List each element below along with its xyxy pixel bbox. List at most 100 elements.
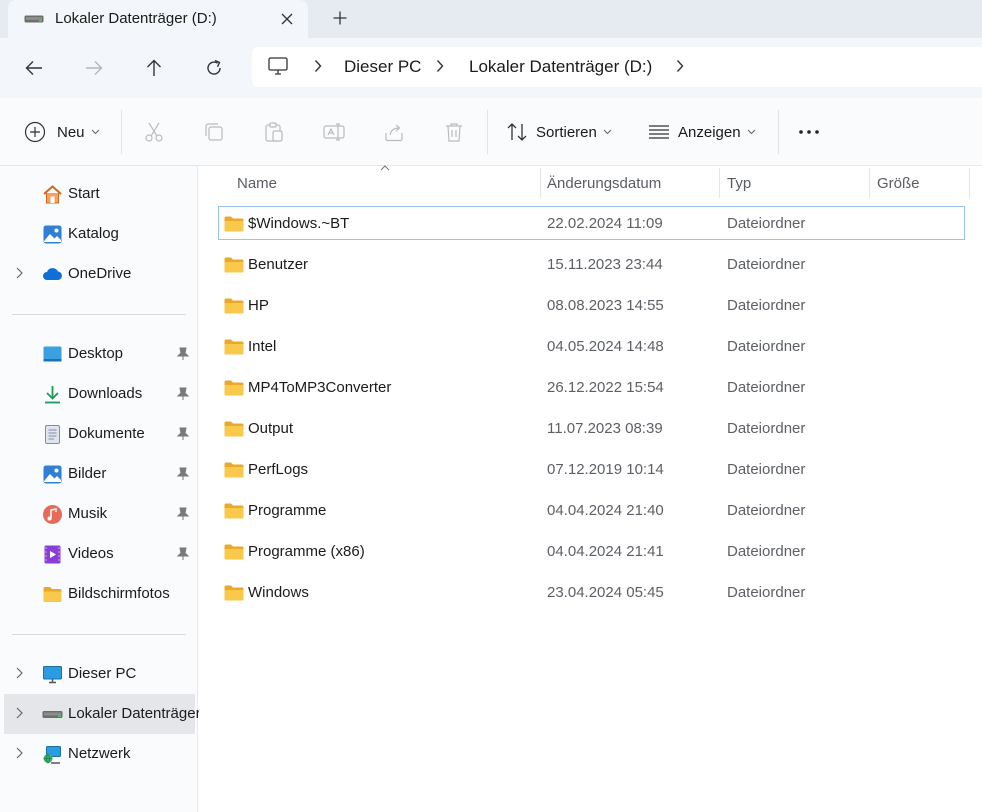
chevron-right-icon[interactable] — [16, 667, 23, 679]
new-button[interactable]: Neu — [24, 98, 100, 166]
share-button[interactable] — [383, 98, 405, 166]
document-icon — [45, 425, 60, 444]
folder-icon — [224, 339, 244, 359]
sidebar-item-start[interactable]: Start — [0, 174, 195, 214]
view-button[interactable]: Anzeigen — [648, 98, 756, 166]
sidebar-item-downloads[interactable]: Downloads — [0, 374, 195, 414]
drive-icon — [42, 711, 63, 718]
sidebar-item-dieser-pc[interactable]: Dieser PC — [0, 654, 195, 694]
sidebar-item-label: Bilder — [68, 465, 107, 482]
sidebar-item-musik[interactable]: Musik — [0, 494, 195, 534]
column-divider[interactable] — [969, 168, 970, 198]
chevron-right-icon[interactable] — [314, 59, 322, 73]
more-icon — [799, 130, 819, 134]
delete-button[interactable] — [443, 98, 465, 166]
plus-icon[interactable] — [328, 6, 352, 30]
network-icon — [43, 746, 61, 764]
file-type: Dateiordner — [727, 256, 806, 273]
chevron-right-icon[interactable] — [436, 59, 444, 73]
file-type: Dateiordner — [727, 502, 806, 519]
pin-icon[interactable] — [177, 387, 189, 401]
sidebar-item-katalog[interactable]: Katalog — [0, 214, 195, 254]
pin-icon[interactable] — [177, 507, 189, 521]
table-row[interactable]: Output 11.07.2023 08:39 Dateiordner — [218, 411, 965, 445]
sidebar-item-bilder[interactable]: Bilder — [0, 454, 195, 494]
table-row[interactable]: PerfLogs 07.12.2019 10:14 Dateiordner — [218, 452, 965, 486]
modified-date: 04.05.2024 14:48 — [547, 338, 664, 355]
copy-button[interactable] — [203, 98, 225, 166]
sidebar-item-desktop[interactable]: Desktop — [0, 334, 195, 374]
table-row[interactable]: HP 08.08.2023 14:55 Dateiordner — [218, 288, 965, 322]
column-header-name[interactable]: Name — [199, 166, 540, 198]
table-row[interactable]: Intel 04.05.2024 14:48 Dateiordner — [218, 329, 965, 363]
sort-label: Sortieren — [536, 123, 597, 141]
folder-icon — [224, 462, 244, 482]
column-header-type[interactable]: Typ — [719, 166, 869, 198]
table-row[interactable]: Benutzer 15.11.2023 23:44 Dateiordner — [218, 247, 965, 281]
table-row[interactable]: Programme 04.04.2024 21:40 Dateiordner — [218, 493, 965, 527]
close-icon[interactable] — [276, 8, 298, 30]
sidebar-item-netzwerk[interactable]: Netzwerk — [0, 734, 195, 774]
table-row[interactable]: Programme (x86) 04.04.2024 21:41 Dateiordn… — [218, 534, 965, 568]
arrow-up-icon[interactable] — [140, 54, 168, 82]
column-header-size[interactable]: Größe — [869, 166, 969, 198]
file-name: HP — [248, 297, 269, 314]
more-options-button[interactable] — [798, 98, 820, 166]
desktop-icon — [43, 346, 62, 362]
sidebar-item-label: Musik — [68, 505, 108, 522]
table-row[interactable]: $Windows.~BT 22.02.2024 11:09 Dateiordner — [218, 206, 965, 240]
sidebar-item-lokaler-datentraeger[interactable]: Lokaler Datenträger (D:) — [4, 694, 230, 734]
divider — [12, 314, 186, 315]
drive-icon — [24, 15, 44, 23]
sidebar-item-label: Bildschirmfotos — [68, 585, 170, 602]
pin-icon[interactable] — [177, 427, 189, 441]
divider — [12, 634, 186, 635]
table-row[interactable]: Windows 23.04.2024 05:45 Dateiordner — [218, 575, 965, 609]
download-icon — [45, 386, 60, 404]
tab-lokaler-datentraeger[interactable]: Lokaler Datenträger (D:) — [8, 0, 308, 38]
file-name: Output — [248, 420, 294, 437]
sidebar-item-label: Videos — [68, 545, 114, 562]
file-name: Benutzer — [248, 256, 309, 273]
table-row[interactable]: MP4ToMP3Converter 26.12.2022 15:54 Dateior… — [218, 370, 965, 404]
sidebar-item-videos[interactable]: Videos — [0, 534, 195, 574]
cut-button[interactable] — [143, 98, 165, 166]
folder-icon — [224, 503, 244, 523]
pin-icon[interactable] — [177, 547, 189, 561]
modified-date: 08.08.2023 14:55 — [547, 297, 664, 314]
rename-button[interactable] — [323, 98, 345, 166]
delete-icon — [446, 123, 462, 142]
sidebar-item-onedrive[interactable]: OneDrive — [0, 254, 195, 294]
arrow-right-icon[interactable] — [80, 54, 108, 82]
music-icon — [43, 505, 62, 524]
tab-title: Lokaler Datenträger (D:) — [55, 10, 217, 27]
computer-icon[interactable] — [268, 57, 288, 75]
breadcrumb-dieser-pc[interactable]: Dieser PC — [344, 57, 421, 77]
chevron-right-icon[interactable] — [676, 59, 684, 73]
sidebar-item-bildschirmfotos[interactable]: Bildschirmfotos — [0, 574, 195, 614]
sidebar-item-dokumente[interactable]: Dokumente — [0, 414, 195, 454]
chevron-right-icon[interactable] — [16, 747, 23, 759]
folder-icon — [43, 587, 62, 602]
paste-button[interactable] — [263, 98, 285, 166]
folder-icon — [224, 421, 244, 441]
refresh-icon[interactable] — [200, 54, 228, 82]
column-header-date[interactable]: Änderungsdatum — [540, 166, 719, 198]
pin-icon[interactable] — [177, 347, 189, 361]
column-header-label: Typ — [727, 175, 752, 192]
address-bar[interactable]: Dieser PC Lokaler Datenträger (D:) — [252, 47, 982, 87]
breadcrumb-current-drive[interactable]: Lokaler Datenträger (D:) — [469, 57, 652, 77]
arrow-left-icon[interactable] — [20, 54, 48, 82]
pin-icon[interactable] — [177, 467, 189, 481]
sidebar-item-label: Netzwerk — [68, 745, 131, 762]
divider — [121, 110, 122, 154]
modified-date: 26.12.2022 15:54 — [547, 379, 664, 396]
new-label: Neu — [57, 123, 85, 141]
home-icon — [43, 185, 62, 204]
column-header-label: Größe — [877, 175, 920, 192]
chevron-right-icon[interactable] — [16, 707, 23, 719]
sort-button[interactable]: Sortieren — [506, 98, 612, 166]
sidebar-item-label: Downloads — [68, 385, 143, 402]
share-icon — [385, 124, 403, 142]
chevron-right-icon[interactable] — [16, 267, 23, 279]
